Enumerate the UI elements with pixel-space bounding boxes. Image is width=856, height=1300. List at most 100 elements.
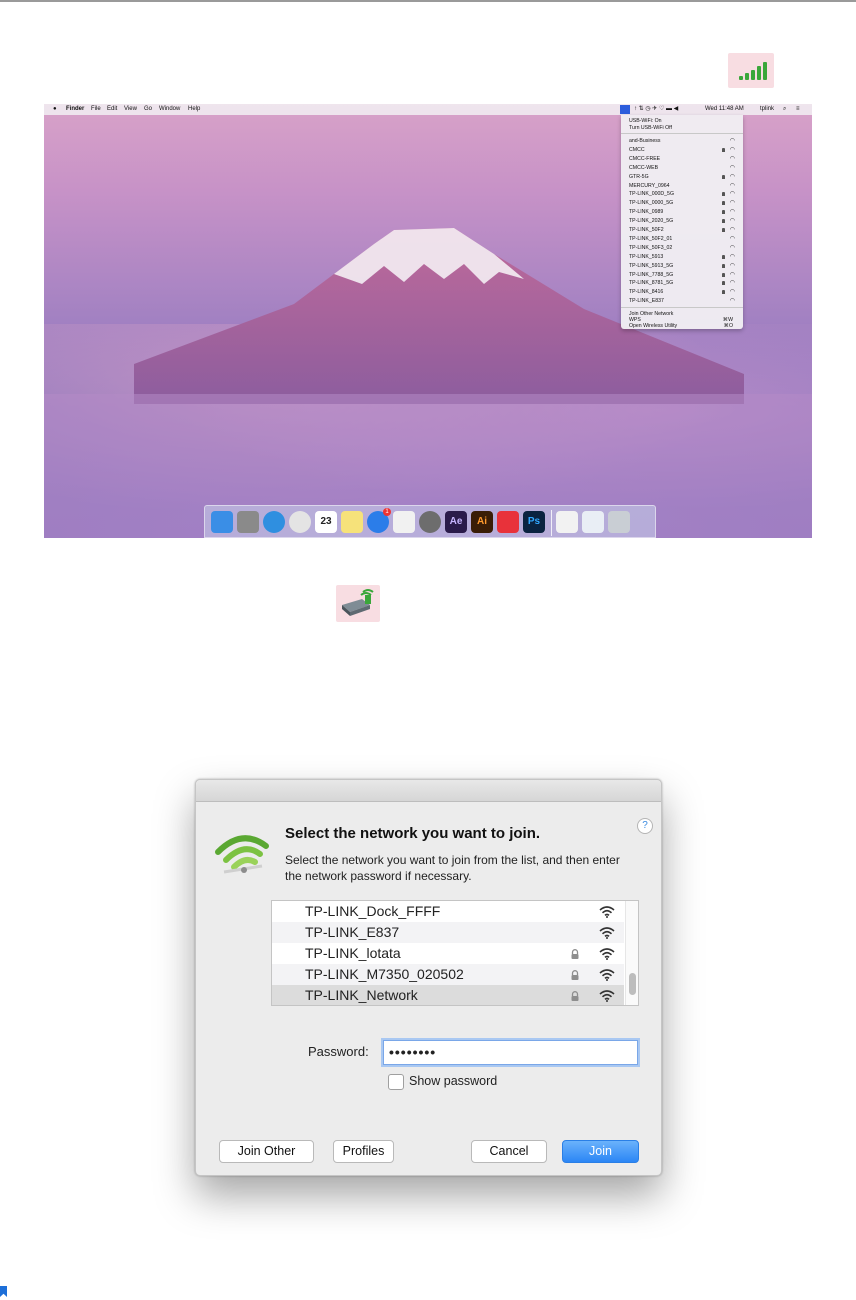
wifi-signal-icon: ◠ [729,262,735,269]
wifi-menu-footer-item[interactable]: Open Wireless Utility ⌘O [629,322,739,330]
menu-go[interactable]: Go [144,104,152,115]
apple-icon[interactable]: ● [53,104,57,115]
wifi-signal-icon: ◠ [729,298,735,305]
photoshop-icon[interactable]: Ps [523,511,545,533]
wifi-signal-icon: ◠ [729,253,735,260]
cancel-button[interactable]: Cancel [471,1140,547,1163]
show-password-checkbox[interactable] [388,1074,404,1090]
menu-file[interactable]: File [91,104,101,115]
wifi-signal-icon [599,969,615,981]
wifi-network-item[interactable]: TP-LINK_50F3_02 ◠ [629,244,739,252]
wifi-network-item[interactable]: TP-LINK_000D_5G ◠ [629,190,739,198]
network-row[interactable]: TP-LINK_E837 [272,922,624,943]
usb-adapter-icon [336,585,380,622]
network-row[interactable]: TP-LINK_Dock_FFFF [272,901,624,922]
menu-help[interactable]: Help [188,104,200,115]
scrollbar-thumb[interactable] [629,973,636,995]
wifi-network-item[interactable]: TP-LINK_8416 ◠ [629,288,739,296]
network-row[interactable]: TP-LINK_lotata [272,943,624,964]
network-list-scrollbar[interactable] [625,901,638,1005]
lock-icon [722,192,725,197]
wifi-network-item[interactable]: TP-LINK_0000_5G ◠ [629,199,739,207]
wifi-network-item[interactable]: GTR-5G ◠ [629,173,739,181]
notification-center-icon[interactable]: ≡ [796,104,800,115]
network-row[interactable]: TP-LINK_Network [272,985,624,1005]
finder-icon[interactable] [211,511,233,533]
wifi-dropdown-menu: USB-WiFi: On Turn USB-WiFi Off and-Busines… [621,115,743,329]
wifi-signal-icon [599,990,615,1002]
safari-icon[interactable] [263,511,285,533]
menu-finder[interactable]: Finder [66,104,84,115]
network-name: TP-LINK_M7350_020502 [305,966,464,982]
wifi-network-item[interactable]: TP-LINK_2020_5G ◠ [629,217,739,225]
lock-icon [722,272,725,277]
after-effects-icon[interactable]: Ae [445,511,467,533]
wifi-network-name: TP-LINK_50F2 [629,227,664,233]
illustrator-icon[interactable]: Ai [471,511,493,533]
dialog-titlebar[interactable] [196,780,661,802]
wifi-network-item[interactable]: TP-LINK_7788_5G ◠ [629,271,739,279]
trash-icon[interactable] [608,511,630,533]
spotlight-icon[interactable]: ⌕ [783,104,786,115]
lock-icon [571,970,579,980]
usb-drive-icon[interactable] [556,511,578,533]
wifi-signal-icon: ◠ [729,227,735,233]
wifi-network-item[interactable]: TP-LINK_5913 ◠ [629,253,739,261]
lock-icon [722,228,725,232]
network-name: TP-LINK_lotata [305,945,401,961]
show-password-label[interactable]: Show password [409,1074,497,1088]
password-field[interactable]: •••••••• [383,1040,638,1065]
lock-icon [571,949,579,959]
notification-badge: 1 [383,508,391,516]
ps-red-icon[interactable] [497,511,519,533]
dialog-subtitle: Select the network you want to join from… [285,853,620,883]
wifi-network-item[interactable]: TP-LINK_0989 ◠ [629,208,739,216]
wifi-signal-icon: ◠ [729,235,735,242]
wifi-network-name: TP-LINK_0000_5G [629,200,674,207]
help-button[interactable]: ? [637,818,653,834]
join-other-button[interactable]: Join Other [219,1140,314,1163]
wifi-network-item[interactable]: CMCC-WEB ◠ [629,164,739,172]
wifi-network-item[interactable]: TP-LINK_5913_5G ◠ [629,262,739,270]
chrome-icon[interactable] [289,511,311,533]
notes-icon[interactable] [341,511,363,533]
menubar-user[interactable]: tplink [760,104,774,115]
wifi-signal-icon: ◠ [729,146,735,153]
usb-wifi-menu-icon[interactable] [620,105,630,114]
launchpad-icon[interactable] [237,511,259,533]
network-row[interactable]: TP-LINK_M7350_020502 [272,964,624,985]
wifi-network-item[interactable]: TP-LINK_8781_5G ◠ [629,279,739,287]
textedit-icon[interactable] [393,511,415,533]
network-list[interactable]: TP-LINK_Dock_FFFF TP-LINK_E837 TP-LINK_lot… [271,900,639,1006]
menubar-clock[interactable]: Wed 11:48 AM [705,104,744,115]
lock-icon [722,290,725,295]
menu-window[interactable]: Window [159,104,180,115]
wifi-network-name: TP-LINK_000D_5G [629,191,674,198]
calendar-icon[interactable]: 23 [315,511,337,533]
signal-strength-icon [728,53,774,88]
wifi-network-item[interactable]: TP-LINK_50F2 ◠ [629,226,739,234]
browser-window-icon[interactable] [582,511,604,533]
wifi-network-name: TP-LINK_5913 [629,253,664,260]
wifi-menu-header-item[interactable]: Turn USB-WiFi Off [629,124,739,132]
wifi-network-item[interactable]: CMCC ◠ [629,146,739,154]
wifi-network-item[interactable]: CMCC-FREE ◠ [629,155,739,163]
wifi-network-name: and-Business [629,138,661,144]
join-button[interactable]: Join [562,1140,639,1163]
wifi-network-name: TP-LINK_8416 [629,289,664,296]
status-icons[interactable]: ↑ ⇅ ◷ ✈ ♡ ▬ ◀ [634,104,678,115]
wifi-network-name: CMCC [629,146,645,153]
wifi-network-item[interactable]: TP-LINK_E837 ◠ [629,297,739,305]
password-label: Password: [308,1044,369,1059]
wifi-signal-icon [599,948,615,960]
profiles-button[interactable]: Profiles [333,1140,394,1163]
menu-view[interactable]: View [124,104,137,115]
wifi-network-item[interactable]: MERCURY_0964 ◠ [629,182,739,190]
lock-icon [722,219,725,224]
network-name: TP-LINK_Dock_FFFF [305,903,441,919]
system-preferences-icon[interactable] [419,511,441,533]
wifi-network-item[interactable]: TP-LINK_50F2_01 ◠ [629,235,739,243]
wifi-network-item[interactable]: and-Business ◠ [629,137,739,145]
wifi-signal-icon: ◠ [729,289,735,296]
menu-edit[interactable]: Edit [107,104,117,115]
